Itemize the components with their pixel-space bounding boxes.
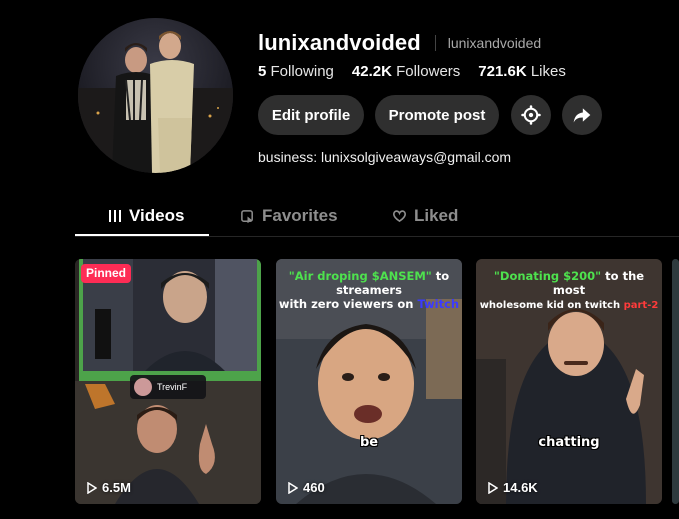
video-card[interactable]: "Air droping $ANSEM" to streamers with z…	[276, 259, 462, 504]
video-card[interactable]: "Donating $200" to the most wholesome ki…	[476, 259, 662, 504]
streamer-name: TrevinF	[157, 381, 188, 392]
play-icon	[87, 481, 97, 494]
stat-following[interactable]: 5 Following	[258, 63, 334, 80]
streamer-avatar	[134, 378, 152, 396]
heart-icon	[392, 209, 407, 223]
share-arrow-icon	[573, 108, 591, 123]
tab-videos[interactable]: Videos	[108, 206, 184, 226]
grid-icon	[108, 209, 122, 223]
gear-icon	[521, 105, 541, 125]
stat-followers[interactable]: 42.2K Followers	[352, 63, 460, 80]
video-thumbnail	[672, 259, 679, 504]
tab-label: Videos	[129, 206, 185, 225]
edit-profile-button[interactable]: Edit profile	[258, 95, 364, 135]
play-icon	[488, 481, 498, 494]
video-card[interactable]: Pinned TrevinF 6.5M	[75, 259, 261, 504]
video-card-partial[interactable]	[672, 259, 679, 504]
view-count: 460	[288, 480, 325, 495]
nickname: lunixandvoided	[447, 35, 542, 51]
play-icon	[288, 481, 298, 494]
bookmark-icon	[240, 209, 255, 224]
view-count: 6.5M	[87, 480, 131, 495]
tab-liked[interactable]: Liked	[392, 206, 458, 226]
video-caption: "Donating $200" to the most wholesome ki…	[479, 269, 659, 311]
profile-stats: 5 Following 42.2K Followers 721.6K Likes	[258, 63, 584, 80]
video-subtitle: chatting	[538, 435, 600, 450]
share-button[interactable]	[562, 95, 602, 135]
username: lunixandvoided	[258, 30, 421, 55]
tab-label: Favorites	[262, 206, 338, 225]
promote-post-button[interactable]: Promote post	[375, 95, 499, 135]
divider	[434, 35, 436, 51]
settings-button[interactable]	[511, 95, 551, 135]
avatar[interactable]	[78, 18, 233, 173]
video-caption: "Air droping $ANSEM" to streamers with z…	[278, 269, 460, 311]
tab-label: Liked	[414, 206, 459, 225]
avatar-photo	[78, 18, 233, 173]
stat-likes: 721.6K Likes	[478, 63, 566, 80]
bio-text: business: lunixsolgiveaways@gmail.com	[258, 149, 512, 165]
streamer-tag: TrevinF	[130, 375, 206, 399]
profile-tabs: Videos Favorites Liked	[75, 200, 679, 237]
pinned-badge: Pinned	[81, 264, 132, 283]
video-subtitle: be	[359, 435, 379, 450]
view-count: 14.6K	[488, 480, 538, 495]
tab-favorites[interactable]: Favorites	[240, 206, 338, 226]
active-tab-indicator	[75, 234, 209, 236]
